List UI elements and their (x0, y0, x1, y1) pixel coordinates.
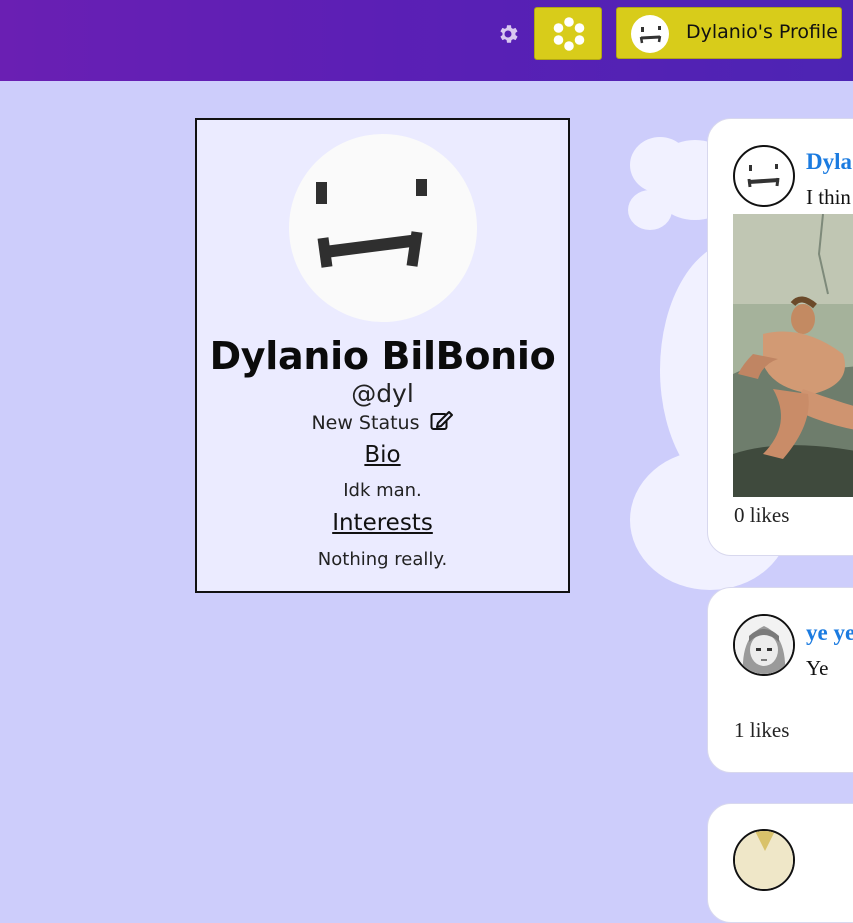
status-row: New Status (197, 410, 568, 434)
post-card (707, 803, 853, 923)
face-icon (747, 164, 780, 188)
post-author[interactable]: ye ye (806, 620, 853, 646)
profile-handle: @dyl (351, 379, 414, 408)
face-icon (639, 26, 662, 44)
profile-name: Dylanio BilBonio (209, 334, 556, 378)
avatar[interactable] (733, 829, 795, 891)
status-label: New Status (311, 412, 420, 434)
avatar (631, 15, 669, 53)
top-navigation-bar: Dylanio's Profile (0, 0, 853, 81)
profile-avatar (289, 134, 477, 322)
avatar[interactable] (733, 614, 795, 676)
gear-icon[interactable] (496, 22, 520, 46)
bio-title: Bio (364, 442, 401, 468)
home-button[interactable] (534, 7, 602, 60)
post-card: ye ye Ye 1 likes (707, 587, 853, 773)
profile-button[interactable]: Dylanio's Profile (616, 7, 842, 59)
flower-icon (553, 17, 585, 51)
edit-icon[interactable] (430, 410, 454, 432)
post-card: Dyla I thin 0 likes (707, 118, 853, 556)
profile-card: Dylanio BilBonio @dyl New Status Bio Idk… (195, 118, 570, 593)
post-author[interactable]: Dyla (806, 149, 852, 175)
post-image[interactable] (733, 214, 853, 497)
avatar-image (735, 831, 793, 889)
profile-button-label: Dylanio's Profile (686, 21, 838, 43)
avatar[interactable] (733, 145, 795, 207)
interests-text: Nothing really. (317, 549, 448, 570)
post-text: I thin (806, 185, 851, 209)
painting-image (733, 214, 853, 497)
anime-avatar-icon (735, 616, 793, 674)
bio-text: Idk man. (343, 480, 422, 501)
face-icon (316, 179, 427, 268)
post-likes: 1 likes (734, 718, 790, 742)
post-likes: 0 likes (734, 503, 790, 527)
interests-title: Interests (332, 510, 433, 536)
post-text: Ye (806, 656, 829, 680)
